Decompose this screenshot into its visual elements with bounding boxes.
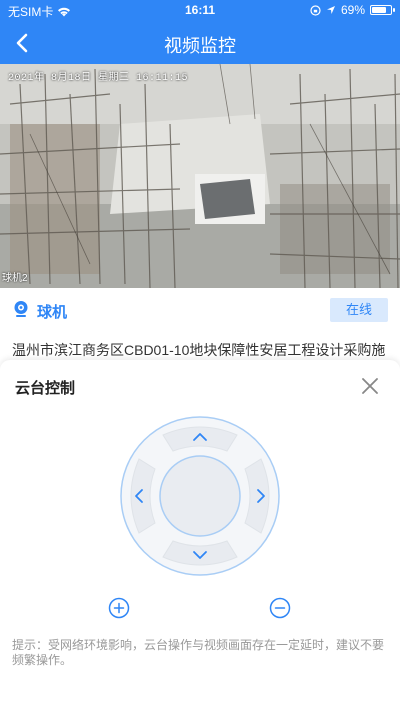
ptz-center-button[interactable] bbox=[159, 455, 241, 537]
status-badge: 在线 bbox=[330, 298, 388, 322]
ptz-tip: 提示：受网络环境影响，云台操作与视频画面存在一定延时，建议不要频繁操作。 bbox=[12, 638, 385, 667]
location-icon bbox=[326, 6, 335, 14]
battery-icon bbox=[370, 5, 395, 15]
orientation-lock-icon bbox=[310, 4, 321, 16]
camera-name: 球机 bbox=[37, 304, 68, 321]
video-camera-tag: 球机2 bbox=[2, 273, 28, 284]
video-timestamp: 2021年 8月18日 星期三 16:11:15 bbox=[8, 73, 189, 84]
nav-bar: 视频监控 bbox=[0, 22, 400, 64]
sheet-title: 云台控制 bbox=[15, 380, 76, 397]
status-right: 69% bbox=[310, 3, 395, 17]
app-header: 无SIM卡 16:11 69% 视频监控 bbox=[0, 0, 400, 64]
camera-location-icon bbox=[14, 301, 28, 317]
zoom-out-icon[interactable] bbox=[269, 597, 291, 619]
page-title: 视频监控 bbox=[164, 36, 236, 56]
video-frame-image bbox=[0, 64, 400, 288]
camera-row: 球机 在线 bbox=[12, 296, 388, 324]
zoom-in-icon[interactable] bbox=[108, 597, 130, 619]
battery-percent: 69% bbox=[340, 3, 365, 17]
video-feed[interactable]: 2021年 8月18日 星期三 16:11:15 球机2 bbox=[0, 64, 400, 288]
status-bar: 无SIM卡 16:11 69% bbox=[0, 0, 400, 22]
close-icon[interactable] bbox=[360, 376, 380, 396]
ptz-joystick bbox=[120, 416, 280, 576]
